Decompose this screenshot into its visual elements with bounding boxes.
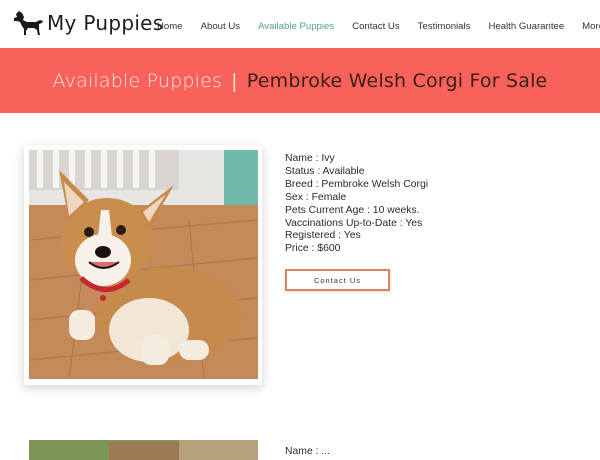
- site-header: My Puppies Home About Us Available Puppi…: [0, 0, 600, 48]
- main-nav: Home About Us Available Puppies Contact …: [148, 15, 600, 38]
- puppy-breed: Breed : Pembroke Welsh Corgi: [285, 178, 429, 190]
- page-banner: Available Puppies | Pembroke Welsh Corgi F…: [0, 48, 600, 113]
- second-puppy-name: Name : ...: [285, 446, 331, 457]
- nav-contact-us[interactable]: Contact Us: [343, 15, 408, 38]
- banner-separator: |: [231, 69, 238, 92]
- puppy-sex: Sex : Female: [285, 191, 347, 203]
- second-puppy-photo[interactable]: [29, 440, 258, 460]
- nav-health-guarantee[interactable]: Health Guarantee: [479, 15, 573, 38]
- puppy-status: Status : Available: [285, 165, 365, 177]
- dog-silhouette-icon: [14, 11, 43, 35]
- puppy-age: Pets Current Age : 10 weeks.: [285, 204, 420, 216]
- page-title: Available Puppies | Pembroke Welsh Corgi F…: [53, 70, 548, 92]
- puppy-vaccinations: Vaccinations Up-to-Date : Yes: [285, 217, 423, 229]
- puppy-photo-frame: [24, 145, 262, 385]
- puppy-registered: Registered : Yes: [285, 230, 361, 242]
- nav-home[interactable]: Home: [148, 15, 192, 38]
- site-logo[interactable]: My Puppies: [12, 8, 164, 38]
- nav-more[interactable]: More: [573, 15, 600, 38]
- puppy-price: Price : $600: [285, 243, 341, 255]
- nav-about-us[interactable]: About Us: [192, 15, 249, 38]
- puppy-name: Name : Ivy: [285, 153, 335, 164]
- nav-testimonials[interactable]: Testimonials: [409, 15, 480, 38]
- contact-us-button[interactable]: Contact Us: [285, 269, 390, 291]
- nav-available-puppies[interactable]: Available Puppies: [249, 15, 343, 38]
- corgi-puppy-photo[interactable]: [29, 150, 258, 379]
- banner-title-part2: Pembroke Welsh Corgi For Sale: [246, 69, 548, 92]
- puppy-details: Name : Ivy Status : Available Breed : Pe…: [285, 153, 428, 256]
- banner-title-part1: Available Puppies: [52, 69, 223, 92]
- logo-text: My Puppies: [47, 11, 164, 35]
